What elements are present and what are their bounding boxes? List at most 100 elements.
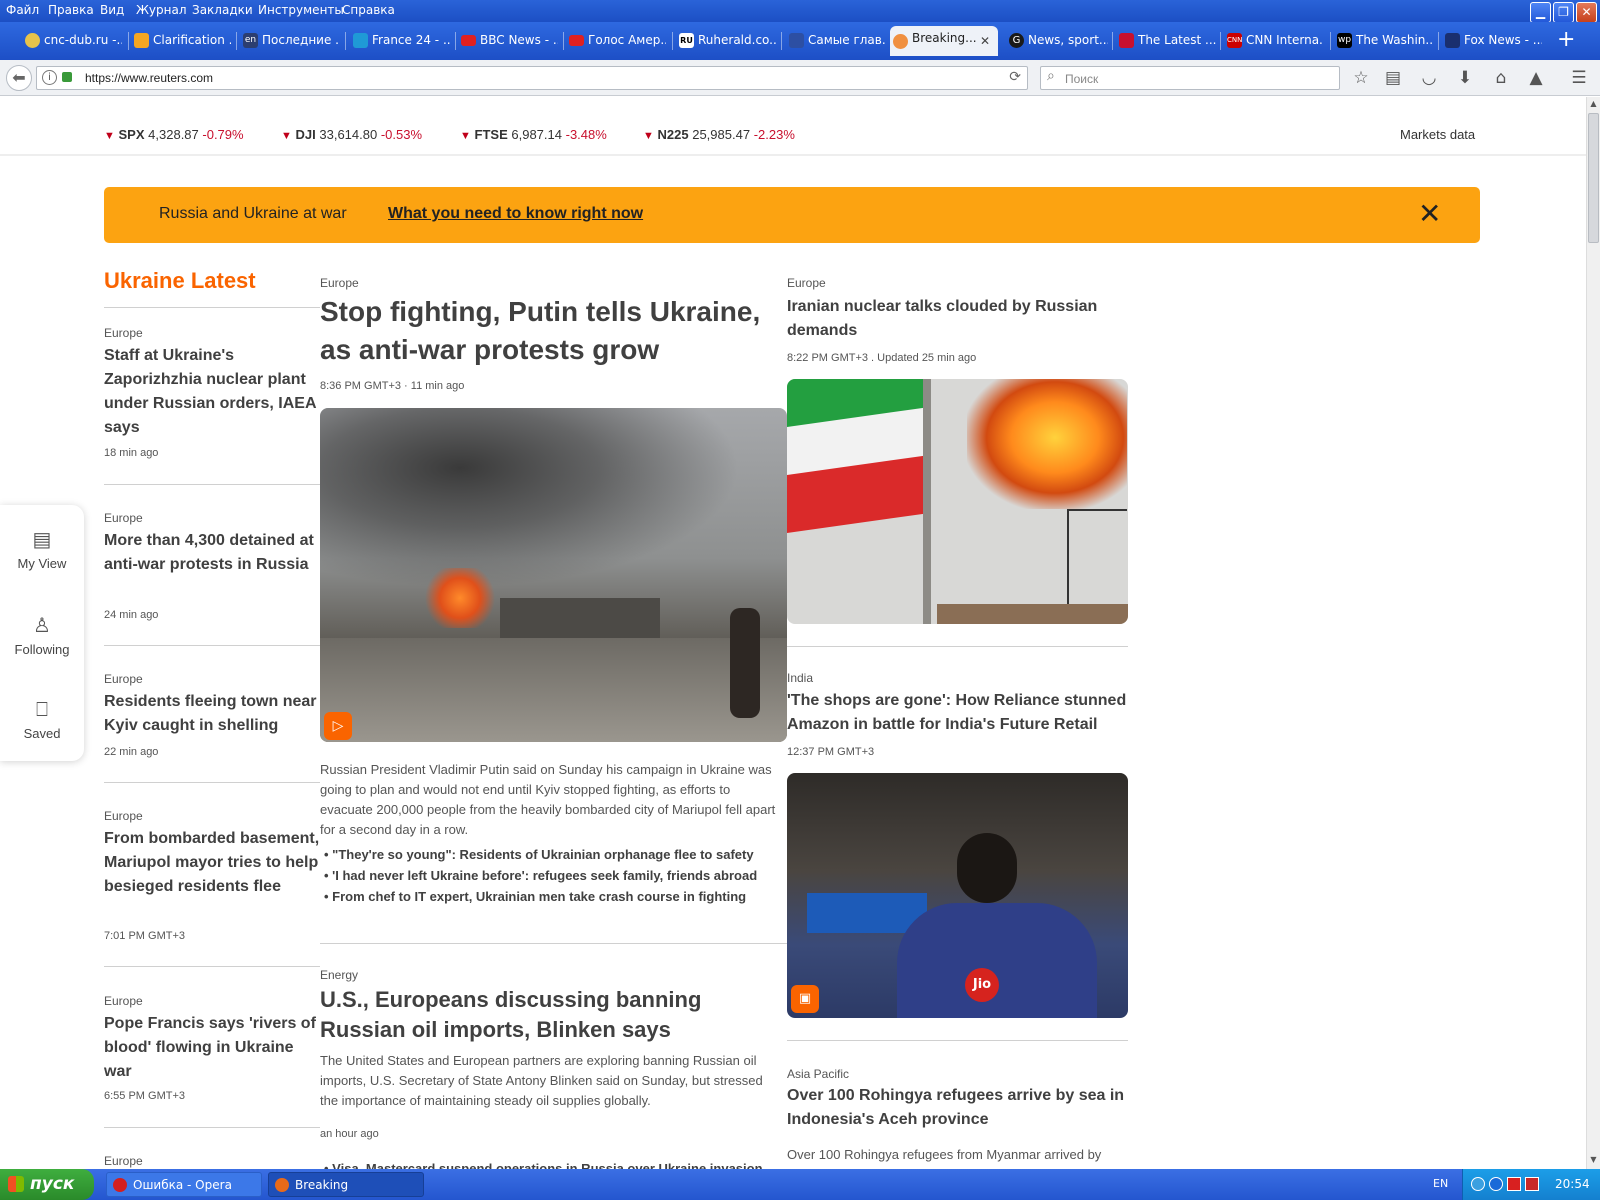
tab-france24[interactable]: France 24 - ... — [350, 28, 450, 55]
youtube-favicon — [569, 35, 584, 46]
menu-view[interactable]: Вид — [100, 3, 124, 17]
main-story-bullet[interactable]: • From chef to IT expert, Ukrainian men … — [324, 889, 746, 904]
down-arrow-icon: ▼ — [281, 130, 292, 142]
download-icon[interactable]: ⬇ — [1454, 68, 1476, 88]
play-video-icon[interactable]: ▷ — [324, 712, 352, 740]
ticker-dji[interactable]: ▼ DJI 33,614.80 -0.53% — [281, 127, 422, 142]
tray-antivirus-icon[interactable] — [1507, 1177, 1521, 1191]
tab-fox-news[interactable]: Fox News - ... — [1442, 28, 1542, 55]
clock: 20:54 — [1555, 1177, 1590, 1191]
url-text[interactable]: https://www.reuters.com — [85, 71, 213, 85]
main-story-bullet[interactable]: • 'I had never left Ukraine before': ref… — [324, 868, 757, 883]
story-headline[interactable]: Pope Francis says 'rivers of blood' flow… — [104, 1012, 320, 1084]
story-category[interactable]: Europe — [104, 326, 143, 340]
info-icon[interactable]: i — [42, 70, 57, 85]
banner-link[interactable]: What you need to know right now — [388, 205, 643, 223]
saved-button[interactable]: ⎕ Saved — [0, 699, 84, 741]
search-input[interactable]: ⌕ Поиск — [1040, 66, 1340, 90]
reading-list-icon[interactable]: ▤ — [1382, 68, 1404, 88]
tray-update-icon[interactable] — [1489, 1177, 1503, 1191]
story-category[interactable]: Europe — [104, 511, 143, 525]
system-tray: EN 20:54 — [1433, 1169, 1600, 1200]
bookmark-star-icon[interactable]: ☆ — [1350, 68, 1372, 88]
sync-icon[interactable]: ▲ — [1525, 68, 1547, 88]
tab-top-news-ru[interactable]: Самые глав... — [786, 28, 886, 55]
maximize-button[interactable]: ❐ — [1553, 2, 1574, 23]
menu-file[interactable]: Файл — [6, 3, 39, 17]
tab-cnn[interactable]: CNN CNN Interna... — [1224, 28, 1324, 55]
tray-app-icon[interactable] — [1525, 1177, 1539, 1191]
story-headline[interactable]: Residents fleeing town near Kyiv caught … — [104, 690, 324, 738]
scroll-up-arrow-icon[interactable]: ▲ — [1588, 99, 1599, 110]
language-indicator[interactable]: EN — [1433, 1177, 1448, 1190]
ticker-ftse[interactable]: ▼ FTSE 6,987.14 -3.48% — [460, 127, 607, 142]
story-headline[interactable]: From bombarded basement, Mariupol mayor … — [104, 827, 320, 899]
menu-history[interactable]: Журнал — [136, 3, 187, 17]
main-story-bullet[interactable]: • "They're so young": Residents of Ukrai… — [324, 847, 754, 862]
story-category[interactable]: Europe — [104, 809, 143, 823]
story-headline[interactable]: Staff at Ukraine's Zaporizhzhia nuclear … — [104, 344, 320, 440]
story-headline[interactable]: Over 100 Rohingya refugees arrive by sea… — [787, 1084, 1132, 1132]
youtube-favicon — [461, 35, 476, 46]
story-headline[interactable]: 'The shops are gone': How Reliance stunn… — [787, 689, 1132, 737]
menu-help[interactable]: Справка — [342, 3, 395, 17]
second-story-bullet[interactable]: • Visa, Mastercard suspend operations in… — [324, 1161, 763, 1169]
tab-voice-of-america[interactable]: Голос Амер... — [566, 28, 666, 55]
main-story-category[interactable]: Europe — [320, 276, 359, 290]
my-view-button[interactable]: ▤ My View — [0, 527, 84, 571]
menu-edit[interactable]: Правка — [48, 3, 94, 17]
start-button[interactable]: пуск — [0, 1169, 94, 1200]
reliance-story-image[interactable]: Jio ▣ — [787, 773, 1128, 1018]
tab-ruherald[interactable]: RU Ruherald.co... — [676, 28, 776, 55]
tab-reuters-breaking[interactable]: Breaking... ✕ — [890, 26, 998, 56]
second-story-headline[interactable]: U.S., Europeans discussing banning Russi… — [320, 985, 790, 1045]
iran-story-image[interactable] — [787, 379, 1128, 624]
ticker-spx[interactable]: ▼ SPX 4,328.87 -0.79% — [104, 127, 244, 142]
tray-network-icon[interactable] — [1471, 1177, 1485, 1191]
pocket-icon[interactable]: ◡ — [1418, 68, 1440, 88]
firefox-icon — [275, 1178, 289, 1192]
tab-cnc-club[interactable]: cnc-dub.ru -... — [22, 28, 122, 55]
banner-close-icon[interactable]: ✕ — [1418, 197, 1441, 230]
back-button[interactable]: ⬅ — [6, 65, 32, 91]
story-category[interactable]: Asia Pacific — [787, 1067, 849, 1081]
taskbar-opera[interactable]: Ошибка - Opera — [106, 1172, 262, 1197]
gallery-icon[interactable]: ▣ — [791, 985, 819, 1013]
scroll-down-arrow-icon[interactable]: ▼ — [1588, 1155, 1599, 1166]
tab-latest-news-ru[interactable]: en Последние ... — [240, 28, 340, 55]
main-story-headline[interactable]: Stop fighting, Putin tells Ukraine, as a… — [320, 293, 790, 369]
tab-bbc-news[interactable]: BBC News - ... — [458, 28, 558, 55]
story-category[interactable]: Europe — [787, 276, 826, 290]
tab-clarification[interactable]: Clarification ... — [131, 28, 231, 55]
story-category[interactable]: Europe — [104, 1154, 143, 1168]
taskbar-firefox[interactable]: Breaking Internationa... — [268, 1172, 424, 1197]
menu-bookmarks[interactable]: Закладки — [192, 3, 253, 17]
reload-icon[interactable]: ⟳ — [1009, 69, 1021, 85]
ticker-n225[interactable]: ▼ N225 25,985.47 -2.23% — [643, 127, 795, 142]
second-story-category[interactable]: Energy — [320, 968, 358, 982]
minimize-button[interactable]: ▁ — [1530, 2, 1551, 23]
story-headline[interactable]: More than 4,300 detained at anti-war pro… — [104, 529, 320, 577]
close-window-button[interactable]: ✕ — [1576, 2, 1597, 23]
main-story-time: 8:36 PM GMT+3 · 11 min ago — [320, 380, 465, 392]
tab-washington-post[interactable]: wp The Washin... — [1334, 28, 1434, 55]
tab-close-icon[interactable]: ✕ — [980, 29, 990, 53]
tab-sky-news[interactable]: The Latest ... — [1116, 28, 1216, 55]
following-button[interactable]: ♙ Following — [0, 613, 84, 657]
opera-icon — [113, 1178, 127, 1192]
story-category[interactable]: Europe — [104, 672, 143, 686]
menu-tools[interactable]: Инструменты — [258, 3, 344, 17]
vertical-scrollbar[interactable]: ▲ ▼ — [1586, 97, 1600, 1169]
main-story-image[interactable]: ▷ — [320, 408, 787, 742]
url-bar[interactable]: i https://www.reuters.com ⟳ — [36, 66, 1028, 90]
story-category[interactable]: Europe — [104, 994, 143, 1008]
home-icon[interactable]: ⌂ — [1490, 68, 1512, 88]
tab-guardian[interactable]: G News, sport... — [1006, 28, 1108, 55]
story-category[interactable]: India — [787, 671, 813, 685]
new-tab-button[interactable]: + — [1557, 27, 1575, 52]
hamburger-menu-icon[interactable]: ☰ — [1568, 68, 1590, 88]
story-headline[interactable]: Iranian nuclear talks clouded by Russian… — [787, 295, 1127, 343]
markets-data-link[interactable]: Markets data — [1400, 127, 1475, 142]
scrollbar-thumb[interactable] — [1588, 113, 1599, 243]
my-news-side-panel: ▤ My View ♙ Following ⎕ Saved — [0, 505, 84, 761]
